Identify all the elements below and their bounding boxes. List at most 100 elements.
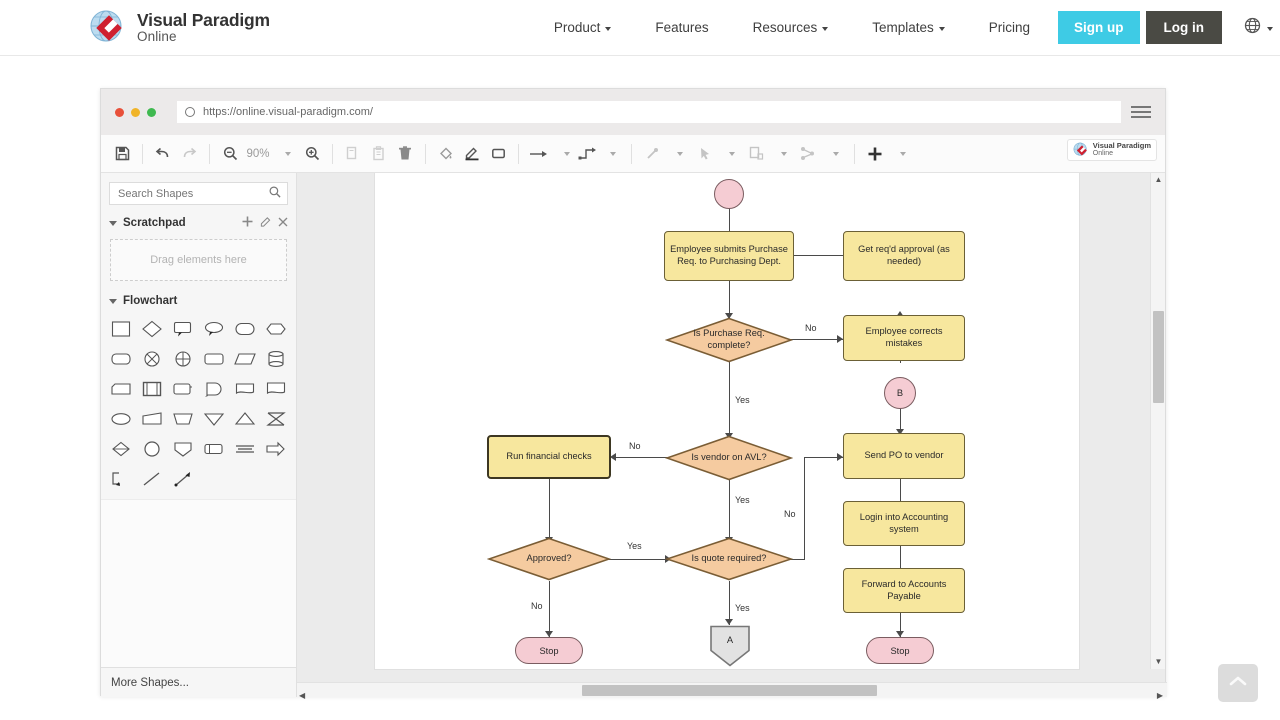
shape-line[interactable] — [138, 467, 167, 491]
node-connector-b[interactable]: B — [884, 377, 916, 409]
scroll-right-arrow-icon[interactable]: ▶ — [1157, 685, 1163, 703]
node-forward-accounts-payable[interactable]: Forward to Accounts Payable — [843, 568, 965, 613]
node-approved[interactable]: Approved? — [487, 537, 611, 581]
scroll-up-arrow-icon[interactable]: ▲ — [1151, 173, 1165, 187]
canvas-vertical-scrollbar[interactable]: ▲ ▼ — [1150, 173, 1165, 669]
edit-icon[interactable] — [260, 216, 271, 230]
copy-icon[interactable] — [340, 141, 366, 167]
shape-arrow-right[interactable] — [261, 437, 290, 461]
node-stop-left[interactable]: Stop — [515, 637, 583, 664]
shape-hexagon[interactable] — [261, 317, 290, 341]
log-in-button[interactable]: Log in — [1145, 11, 1222, 44]
shape-rounded-box[interactable] — [200, 347, 229, 371]
shape-rectangle[interactable] — [107, 317, 136, 341]
node-run-financial-checks[interactable]: Run financial checks — [487, 435, 611, 479]
shape-style-icon[interactable] — [485, 141, 511, 167]
connect-dropdown[interactable] — [665, 141, 691, 167]
scroll-down-arrow-icon[interactable]: ▼ — [1151, 655, 1165, 669]
shape-pentagon-down[interactable] — [169, 437, 198, 461]
shape-diamond[interactable] — [138, 317, 167, 341]
canvas-horizontal-scrollbar[interactable]: ◀ ▶ — [297, 682, 1167, 700]
node-start-circle[interactable] — [714, 179, 744, 209]
node-get-approval[interactable]: Get req'd approval (as needed) — [843, 231, 965, 281]
shape-parallelogram[interactable] — [230, 347, 259, 371]
node-employee-corrects[interactable]: Employee corrects mistakes — [843, 315, 965, 361]
node-is-quote-required[interactable]: Is quote required? — [665, 537, 793, 581]
zoom-level-label[interactable]: 90% — [243, 148, 273, 160]
layout-icon[interactable] — [743, 141, 769, 167]
scroll-to-top-button[interactable] — [1218, 664, 1258, 702]
shape-delay[interactable] — [200, 377, 229, 401]
search-shapes-box[interactable] — [109, 182, 288, 205]
horizontal-scroll-thumb[interactable] — [582, 685, 877, 696]
shape-multi-document[interactable] — [261, 377, 290, 401]
select-icon[interactable] — [691, 141, 717, 167]
save-icon[interactable] — [109, 141, 135, 167]
language-selector[interactable] — [1244, 17, 1273, 39]
shape-note[interactable] — [169, 317, 198, 341]
select-dropdown[interactable] — [717, 141, 743, 167]
paste-icon[interactable] — [366, 141, 392, 167]
scroll-left-arrow-icon[interactable]: ◀ — [299, 685, 305, 703]
node-is-vendor-on-avl[interactable]: Is vendor on AVL? — [665, 435, 793, 481]
connect-icon[interactable] — [639, 141, 665, 167]
add-icon[interactable] — [242, 216, 253, 230]
more-shapes-button[interactable]: More Shapes... — [101, 667, 296, 697]
shape-rounded-rect[interactable] — [107, 347, 136, 371]
nav-item-templates[interactable]: Templates — [858, 14, 959, 41]
diagram-page[interactable]: Employee submits Purchase Req. to Purcha… — [375, 173, 1079, 669]
shape-circle-x[interactable] — [138, 347, 167, 371]
distribute-icon[interactable] — [795, 141, 821, 167]
add-dropdown[interactable] — [888, 141, 914, 167]
node-employee-submits[interactable]: Employee submits Purchase Req. to Purcha… — [664, 231, 794, 281]
shape-predefined-process[interactable] — [138, 377, 167, 401]
node-stop-right[interactable]: Stop — [866, 637, 934, 664]
vertical-scroll-thumb[interactable] — [1153, 311, 1164, 403]
shape-internal-storage[interactable] — [169, 377, 198, 401]
shape-decision-small[interactable] — [107, 437, 136, 461]
nav-item-pricing[interactable]: Pricing — [975, 14, 1044, 41]
zoom-out-icon[interactable] — [217, 141, 243, 167]
connector-type-dropdown[interactable] — [598, 141, 624, 167]
redo-icon[interactable] — [176, 141, 202, 167]
shape-circle[interactable] — [138, 437, 167, 461]
undo-icon[interactable] — [150, 141, 176, 167]
section-header-scratchpad[interactable]: Scratchpad — [101, 211, 296, 235]
search-icon[interactable] — [269, 185, 281, 203]
shape-manual-input[interactable] — [138, 407, 167, 431]
shape-manual-operation[interactable] — [169, 407, 198, 431]
connector-type-icon[interactable] — [578, 141, 598, 167]
brand-logo-link[interactable]: Visual Paradigm Online — [88, 8, 270, 48]
shape-card[interactable] — [107, 377, 136, 401]
shape-cylinder[interactable] — [261, 347, 290, 371]
fill-color-icon[interactable] — [433, 141, 459, 167]
nav-item-features[interactable]: Features — [641, 14, 722, 41]
zoom-dropdown-button[interactable] — [273, 141, 299, 167]
shape-corner-connector[interactable] — [107, 467, 136, 491]
layout-dropdown[interactable] — [769, 141, 795, 167]
window-close-dot[interactable] — [115, 107, 124, 117]
window-minimize-dot[interactable] — [131, 107, 140, 117]
line-type-icon[interactable] — [526, 141, 552, 167]
node-login-accounting[interactable]: Login into Accounting system — [843, 501, 965, 546]
address-bar[interactable]: https://online.visual-paradigm.com/ — [177, 101, 1121, 123]
shape-stadium[interactable] — [230, 317, 259, 341]
shape-oval[interactable] — [107, 407, 136, 431]
shape-circle-cross[interactable] — [169, 347, 198, 371]
section-header-flowchart[interactable]: Flowchart — [101, 290, 296, 312]
nav-item-product[interactable]: Product — [540, 14, 626, 41]
scratchpad-drop-area[interactable]: Drag elements here — [110, 239, 287, 281]
window-maximize-dot[interactable] — [147, 107, 156, 117]
shape-merge[interactable] — [230, 437, 259, 461]
shape-arrow-line[interactable] — [169, 467, 198, 491]
add-icon[interactable] — [862, 141, 888, 167]
shape-triangle-down[interactable] — [200, 407, 229, 431]
zoom-in-icon[interactable] — [299, 141, 325, 167]
shape-display[interactable] — [200, 437, 229, 461]
shape-ellipse-callout[interactable] — [200, 317, 229, 341]
delete-icon[interactable] — [392, 141, 418, 167]
nav-item-resources[interactable]: Resources — [739, 14, 843, 41]
line-type-dropdown[interactable] — [552, 141, 578, 167]
node-offpage-connector-a[interactable]: A — [709, 625, 751, 667]
distribute-dropdown[interactable] — [821, 141, 847, 167]
